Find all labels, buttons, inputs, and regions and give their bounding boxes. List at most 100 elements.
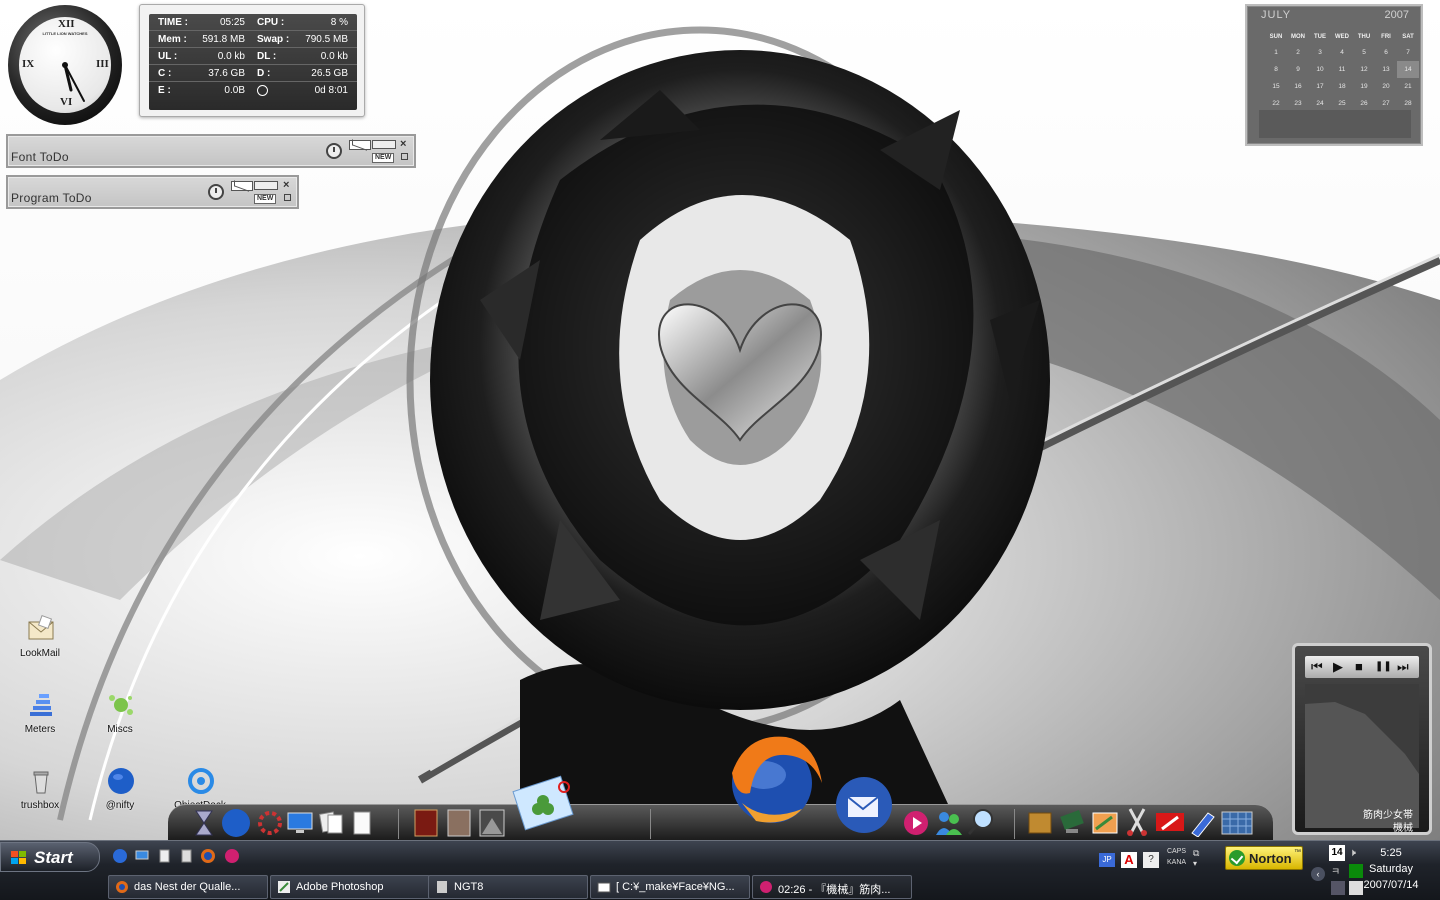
calendar-day[interactable]: 16 xyxy=(1287,78,1309,95)
program-todo-widget[interactable]: Program ToDo NEW × xyxy=(6,175,299,209)
play-button[interactable]: ▶ xyxy=(1333,659,1343,675)
progress-icon[interactable] xyxy=(372,140,396,149)
clock-icon[interactable] xyxy=(326,143,342,159)
quicklaunch-paper-icon[interactable] xyxy=(178,848,194,864)
dock-separator xyxy=(1014,809,1015,839)
mail-icon[interactable] xyxy=(349,140,371,150)
paper-icon[interactable] xyxy=(348,809,376,837)
desktop-icon-lookmail[interactable]: LookMail xyxy=(10,614,70,674)
minimize-icon[interactable] xyxy=(284,194,291,201)
notes-icon[interactable] xyxy=(1026,809,1054,837)
new-todo-button[interactable]: NEW xyxy=(254,194,277,204)
hourglass-icon[interactable] xyxy=(192,809,216,837)
monitor-value: 0d 8:01 xyxy=(314,85,348,96)
calendar-day[interactable]: 17 xyxy=(1309,78,1331,95)
new-todo-button[interactable]: NEW xyxy=(372,153,395,163)
weekday-label: SAT xyxy=(1402,34,1414,40)
norton-button[interactable]: Norton ™ xyxy=(1225,846,1303,870)
chevron-left-icon[interactable]: ‹ xyxy=(1311,867,1325,881)
language-indicator[interactable]: JP xyxy=(1099,853,1115,867)
todo-title: Font ToDo xyxy=(11,150,69,164)
quicklaunch-docs-icon[interactable] xyxy=(156,848,172,864)
calendar-day[interactable]: 15 xyxy=(1265,78,1287,95)
monitor-icon[interactable] xyxy=(286,811,314,835)
desktop-icon-nifty[interactable]: @nifty xyxy=(90,766,150,826)
calendar-day[interactable]: 19 xyxy=(1353,78,1375,95)
taskbar-task[interactable]: das Nest der Qualle... xyxy=(108,875,268,899)
next-button[interactable]: ⏭ xyxy=(1397,659,1409,675)
network-icon[interactable] xyxy=(1058,809,1086,837)
font-todo-widget[interactable]: Font ToDo NEW × xyxy=(6,134,416,168)
calendar-week: 1234567 xyxy=(1265,44,1419,61)
calendar-day[interactable]: 11 xyxy=(1331,61,1353,78)
calendar-day[interactable]: 10 xyxy=(1309,61,1331,78)
search-icon[interactable] xyxy=(966,807,996,837)
calendar-day[interactable]: 18 xyxy=(1331,78,1353,95)
volume-icon[interactable]: 🕨 xyxy=(1349,847,1356,860)
quicklaunch-music-icon[interactable] xyxy=(224,848,240,864)
gear-icon[interactable] xyxy=(256,809,284,837)
calendar-day[interactable]: 3 xyxy=(1309,44,1331,61)
help-icon[interactable]: ? xyxy=(1143,852,1159,868)
restore-icon[interactable]: ⧉ xyxy=(1193,848,1199,859)
desktop-icon-miscs[interactable]: Miscs xyxy=(90,690,150,750)
quicklaunch-globe-icon[interactable] xyxy=(112,848,128,864)
taskbar-task[interactable]: NGT8 xyxy=(428,875,588,899)
taskbar-task[interactable]: [ C:¥_make¥Face¥NG... xyxy=(590,875,750,899)
calendar-day[interactable]: 6 xyxy=(1375,44,1397,61)
globe-icon[interactable] xyxy=(220,807,252,839)
messenger-icon[interactable] xyxy=(934,809,964,837)
documents-icon[interactable] xyxy=(318,809,346,837)
calendar-day[interactable]: 14 xyxy=(1397,61,1419,78)
firefox-icon[interactable] xyxy=(716,723,828,835)
image-icon[interactable] xyxy=(446,808,472,838)
taskbar-task[interactable]: 02:26 - 『機械』筋肉... xyxy=(752,875,912,899)
calendar-day[interactable]: 2 xyxy=(1287,44,1309,61)
minimize-icon[interactable] xyxy=(401,153,408,160)
calendar-day[interactable]: 12 xyxy=(1353,61,1375,78)
stop-button[interactable]: ■ xyxy=(1355,659,1363,675)
calendar-day[interactable]: 5 xyxy=(1353,44,1375,61)
todo-title: Program ToDo xyxy=(11,191,92,205)
clock-icon[interactable] xyxy=(208,184,224,200)
calendar-day[interactable]: 21 xyxy=(1397,78,1419,95)
quicklaunch-firefox-icon[interactable] xyxy=(200,848,216,864)
progress-icon[interactable] xyxy=(254,181,278,190)
media-player-icon[interactable] xyxy=(902,809,930,837)
tools-icon[interactable] xyxy=(1154,809,1186,837)
acrobat-icon[interactable]: A xyxy=(1121,852,1137,868)
close-icon[interactable]: × xyxy=(400,139,406,150)
mail-icon[interactable] xyxy=(231,181,253,191)
calendar-day[interactable]: 9 xyxy=(1287,61,1309,78)
calendar-day[interactable]: 1 xyxy=(1265,44,1287,61)
desktop-icon-trushbox[interactable]: trushbox xyxy=(10,766,70,826)
ime-icon[interactable]: ㅋ xyxy=(1331,863,1345,878)
taskbar-task[interactable]: Adobe Photoshop xyxy=(270,875,430,899)
calendar-day[interactable]: 7 xyxy=(1397,44,1419,61)
quicklaunch-desktop-icon[interactable] xyxy=(134,848,150,864)
calendar-day[interactable]: 13 xyxy=(1375,61,1397,78)
dropdown-icon[interactable]: ▾ xyxy=(1193,859,1197,868)
paint-icon[interactable] xyxy=(1090,809,1120,837)
network-icon[interactable] xyxy=(1331,881,1345,895)
date-badge[interactable]: 14 xyxy=(1329,845,1345,861)
calendar-day[interactable]: 8 xyxy=(1265,61,1287,78)
tray-clock[interactable]: 5:25 Saturday 2007/07/14 xyxy=(1356,845,1426,893)
weekday-label: SUN xyxy=(1269,34,1283,40)
close-icon[interactable]: × xyxy=(283,180,289,191)
pause-button[interactable]: ❚❚ xyxy=(1375,659,1392,675)
desktop-icon-meters[interactable]: Meters xyxy=(10,690,70,750)
analog-clock-widget: LITTLE LION WATCHES XII III VI IX xyxy=(8,5,122,125)
pencils-icon[interactable] xyxy=(1188,809,1218,837)
calendar-day[interactable]: 4 xyxy=(1331,44,1353,61)
photo-icon[interactable] xyxy=(478,808,506,838)
book-icon[interactable] xyxy=(413,808,439,838)
clover-note-icon[interactable] xyxy=(508,769,578,839)
windows-logo-icon xyxy=(11,851,26,864)
start-button[interactable]: Start xyxy=(0,842,100,872)
grid-icon[interactable] xyxy=(1220,809,1254,837)
previous-button[interactable]: ⏮ xyxy=(1311,659,1323,675)
calendar-day[interactable]: 20 xyxy=(1375,78,1397,95)
scissors-icon[interactable] xyxy=(1124,807,1150,837)
thunderbird-icon[interactable] xyxy=(832,773,896,837)
